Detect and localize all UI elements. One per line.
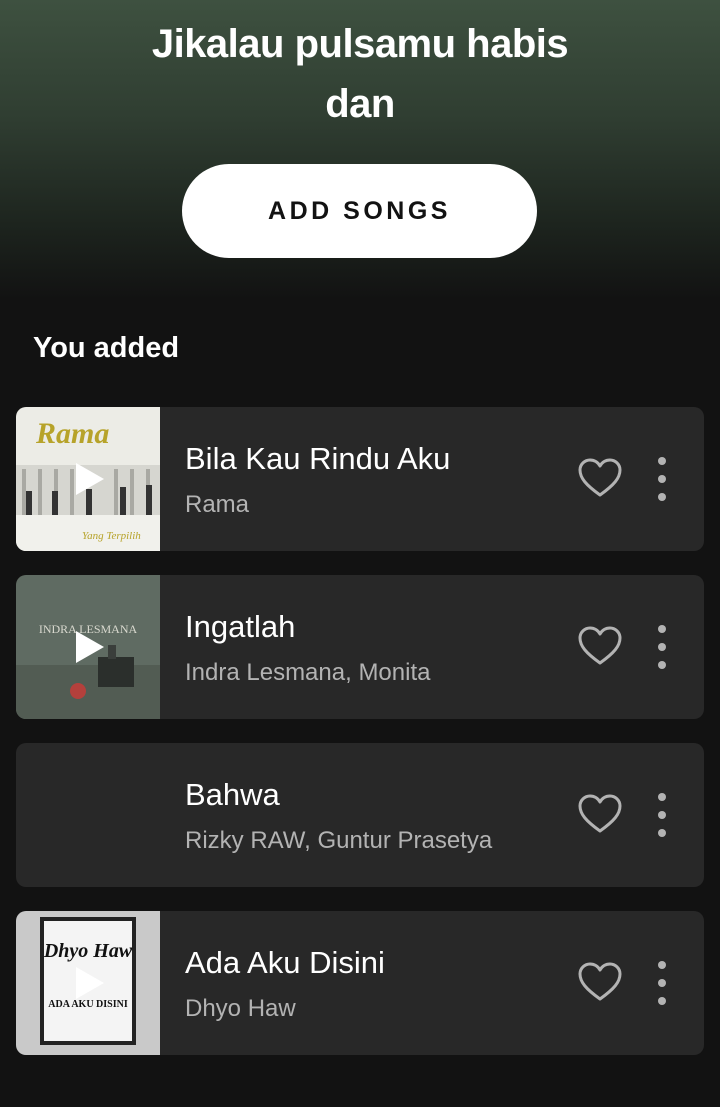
cover-text: Rama (35, 417, 109, 450)
track-artist: Indra Lesmana, Monita (185, 659, 431, 686)
playlist-title: Jikalau pulsamu habis dan (60, 14, 660, 134)
heart-outline-icon[interactable] (577, 625, 623, 667)
playlist-title-line-2: dan (325, 82, 395, 126)
album-cover[interactable]: Dhyo Haw ADA AKU DISINI (16, 911, 160, 1055)
vertical-dots-icon[interactable] (652, 623, 672, 671)
track-artist: Rizky RAW, Guntur Prasetya (185, 827, 493, 854)
cover-text: Dhyo Haw (43, 940, 133, 962)
album-cover[interactable]: INDRA LESMANA (16, 575, 160, 719)
heart-outline-icon[interactable] (577, 457, 623, 499)
track-title: Bila Kau Rindu Aku (185, 441, 451, 476)
track-title: Ada Aku Disini (185, 945, 385, 980)
cover-subtext: Yang Terpilih (82, 530, 141, 542)
album-cover[interactable]: Rama Yang Terpilih (16, 407, 160, 551)
track-artist: Rama (185, 491, 250, 518)
track-title: Bahwa (185, 777, 280, 812)
vertical-dots-icon[interactable] (652, 791, 672, 839)
heart-outline-icon[interactable] (577, 793, 623, 835)
section-title: You added (33, 332, 180, 364)
track-row[interactable]: Dhyo Haw ADA AKU DISINI Ada Aku Disini D… (16, 911, 704, 1055)
track-row[interactable]: Bahwa Rizky RAW, Guntur Prasetya (16, 743, 704, 887)
cover-subtext: ADA AKU DISINI (48, 999, 128, 1010)
vertical-dots-icon[interactable] (652, 959, 672, 1007)
play-icon[interactable] (74, 966, 106, 1000)
heart-outline-icon[interactable] (577, 961, 623, 1003)
track-title: Ingatlah (185, 609, 296, 644)
track-row[interactable]: Rama Yang Terpilih Bila Kau Rindu Aku Ra… (16, 407, 704, 551)
track-artist: Dhyo Haw (185, 995, 296, 1022)
playlist-title-line-1: Jikalau pulsamu habis (151, 22, 569, 66)
play-icon[interactable] (74, 630, 106, 664)
play-icon[interactable] (74, 462, 106, 496)
add-songs-button[interactable]: ADD SONGS (182, 164, 537, 258)
track-row[interactable]: INDRA LESMANA Ingatlah Indra Lesmana, Mo… (16, 575, 704, 719)
vertical-dots-icon[interactable] (652, 455, 672, 503)
